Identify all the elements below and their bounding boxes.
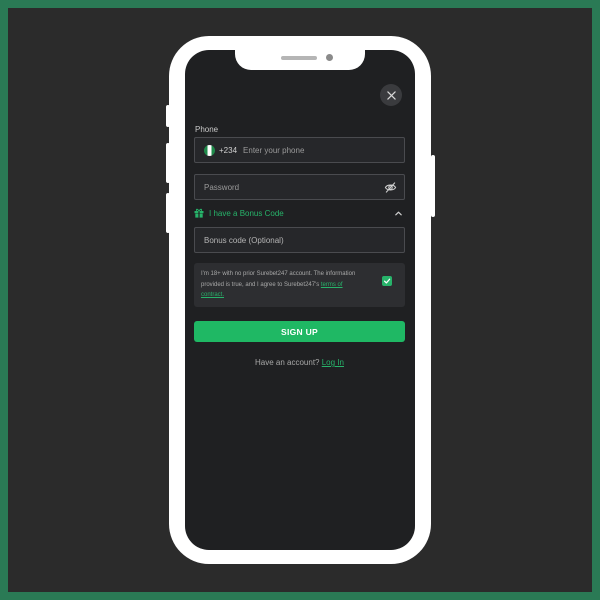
gift-icon xyxy=(194,208,204,218)
consent-box: I'm 18+ with no prior Surebet247 account… xyxy=(194,263,405,307)
sign-up-button[interactable]: SIGN UP xyxy=(194,321,405,342)
login-prompt: Have an account? Log In xyxy=(194,358,405,367)
bonus-code-field[interactable]: Bonus code (Optional) xyxy=(194,227,405,253)
phone-input[interactable]: Enter your phone xyxy=(243,146,304,155)
chevron-up-icon[interactable] xyxy=(394,209,403,218)
close-button[interactable] xyxy=(380,84,402,106)
country-code[interactable]: +234 xyxy=(219,146,237,155)
speaker-grille xyxy=(281,56,317,60)
consent-checkbox[interactable] xyxy=(382,276,392,286)
bonus-code-toggle-label[interactable]: I have a Bonus Code xyxy=(209,209,284,218)
eye-off-icon[interactable] xyxy=(384,181,397,194)
front-camera xyxy=(326,54,333,61)
phone-label: Phone xyxy=(195,125,219,134)
phone-field[interactable]: +234 Enter your phone xyxy=(194,137,405,163)
check-icon xyxy=(383,278,391,284)
close-icon xyxy=(386,90,396,100)
password-input[interactable]: Password xyxy=(204,183,239,192)
have-account-text: Have an account? xyxy=(255,358,322,367)
password-field[interactable]: Password xyxy=(194,174,405,200)
power-button xyxy=(431,155,435,217)
consent-text: I'm 18+ with no prior Surebet247 account… xyxy=(201,269,361,301)
bonus-code-toggle[interactable]: I have a Bonus Code xyxy=(194,208,284,218)
nigeria-flag-icon[interactable] xyxy=(204,144,215,156)
login-link[interactable]: Log In xyxy=(322,358,344,367)
bonus-code-input[interactable]: Bonus code (Optional) xyxy=(204,236,284,245)
